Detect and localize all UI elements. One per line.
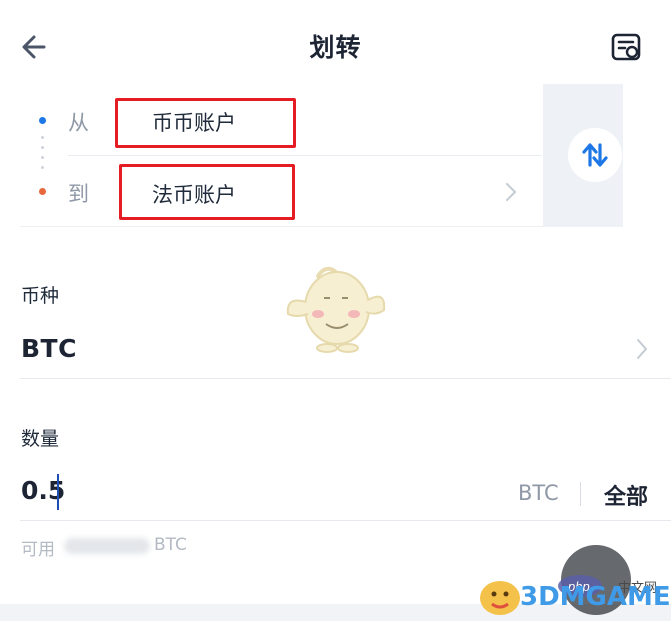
connector-dots [41,136,44,176]
to-label: 到 [68,182,89,206]
mascot-sticker [286,266,386,353]
from-label: 从 [68,111,89,135]
swap-arrows-icon [582,143,608,167]
page-title: 划转 [309,33,362,62]
all-button[interactable]: 全部 [604,479,648,511]
to-dot [39,188,46,195]
available-prefix: 可用 [21,540,55,560]
amount-input[interactable] [21,476,501,505]
swap-accounts-button[interactable] [568,128,622,182]
to-account-highlight [119,164,295,220]
chevron-right-icon[interactable] [503,181,519,203]
available-unit: BTC [154,535,187,555]
unit-separator [580,482,581,506]
watermark-text: 3DMGAME [520,582,671,612]
divider [20,378,671,379]
amount-label: 数量 [21,428,60,450]
coin-select[interactable]: BTC [21,334,77,363]
text-caret [57,474,59,510]
coin-label: 币种 [21,285,60,307]
transfer-record-icon[interactable] [610,30,644,64]
from-account-highlight [115,98,296,148]
amount-unit: BTC [518,481,559,505]
available-balance-blurred [64,538,150,554]
chevron-right-icon[interactable] [634,337,650,361]
from-dot [39,117,46,124]
divider [20,520,671,521]
row-divider [68,155,542,156]
